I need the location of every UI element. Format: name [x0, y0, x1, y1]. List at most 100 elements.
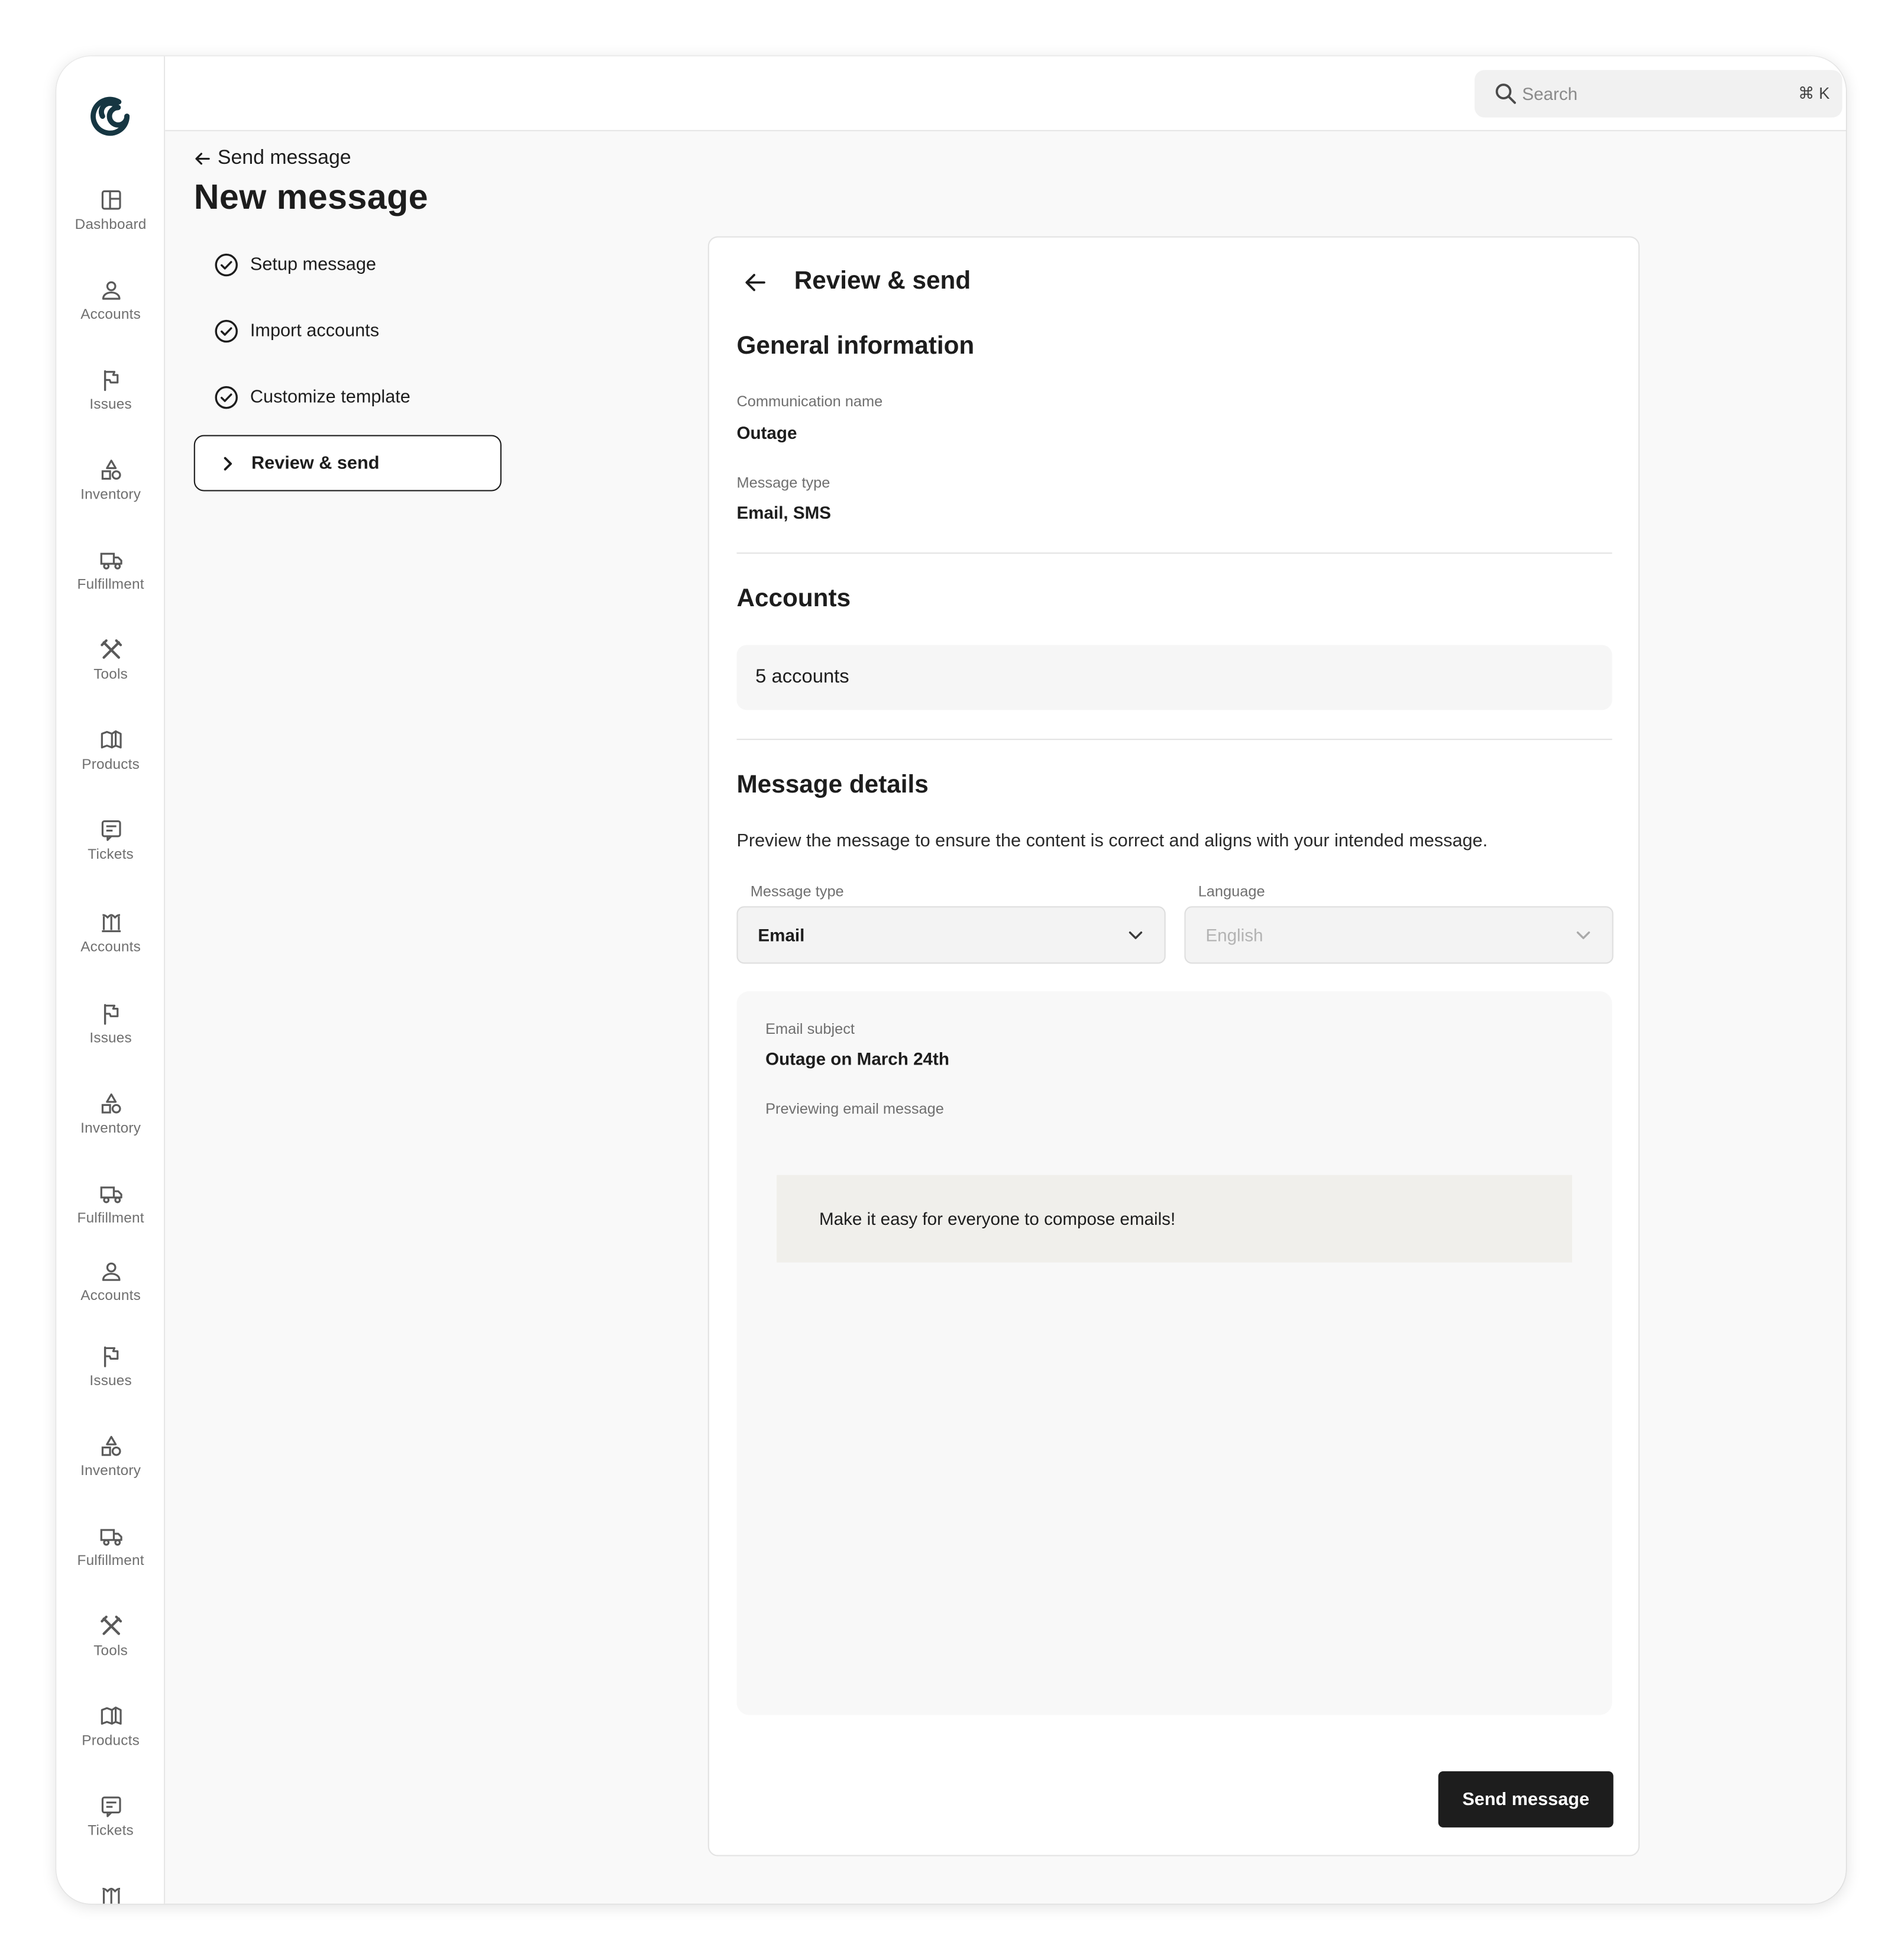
email-subject-label: Email subject — [765, 1020, 855, 1038]
sidebar-item-label: Accounts — [80, 940, 141, 955]
sidebar-item-label: Issues — [89, 397, 132, 413]
sidebar-item-label: Inventory — [80, 487, 141, 503]
sidebar-item-tools[interactable]: Tools — [56, 1614, 164, 1689]
check-circle-icon — [215, 319, 238, 342]
page-title: New message — [193, 177, 429, 216]
sidebar-item-dashboard[interactable]: Dashboard — [56, 187, 164, 263]
email-preview: Email subject Outage on March 24th Previ… — [736, 991, 1612, 1715]
preview-label: Previewing email message — [765, 1099, 944, 1118]
step-setup-message[interactable]: Setup message — [194, 236, 502, 292]
sidebar-item-products[interactable]: Products — [56, 727, 164, 803]
sidebar-item-label: Tickets — [88, 1823, 134, 1839]
shapes-icon — [101, 460, 121, 480]
top-bar: Search ⌘ K TB — [165, 56, 1847, 131]
sidebar-item-issues[interactable]: Issues — [56, 1001, 164, 1076]
logo-icon[interactable] — [85, 91, 135, 141]
communication-name-label: Communication name — [736, 392, 883, 410]
sidebar-item-fulfillment[interactable]: Fulfillment — [56, 1524, 164, 1599]
message-details-description: Preview the message to ensure the conten… — [736, 831, 1488, 852]
step-review-send[interactable]: Review & send — [193, 435, 502, 491]
email-subject-value: Outage on March 24th — [765, 1049, 949, 1069]
step-label: Review & send — [251, 453, 380, 473]
sidebar-item-label: Accounts — [80, 307, 141, 323]
divider — [736, 739, 1612, 740]
language-select[interactable]: English — [1184, 906, 1614, 964]
sidebar-item-label: Fulfillment — [77, 577, 144, 593]
flag-icon — [103, 1004, 118, 1025]
sidebar-item-label: Fulfillment — [77, 1211, 144, 1227]
arrow-left-icon[interactable] — [744, 271, 767, 293]
library-icon — [101, 914, 120, 933]
divider — [736, 552, 1612, 554]
message-type-select[interactable]: Email — [736, 906, 1166, 964]
step-customize-template[interactable]: Customize template — [194, 368, 502, 425]
app-window: Dashboard Accounts Issues Inventory Fulfillm… — [56, 56, 1847, 1904]
sidebar-item-item[interactable] — [56, 1884, 164, 1904]
send-message-button[interactable]: Send message — [1438, 1771, 1614, 1828]
sidebar-item-label: Products — [82, 1733, 140, 1749]
check-circle-icon — [215, 385, 238, 409]
email-body: Make it easy for everyone to compose ema… — [777, 1175, 1572, 1263]
search-icon — [1495, 83, 1516, 104]
search-placeholder: Search — [1522, 83, 1578, 104]
sidebar-item-accounts[interactable]: Accounts — [56, 910, 164, 985]
sidebar-item-label: Tools — [93, 667, 128, 683]
sidebar-item-accounts[interactable]: Accounts — [56, 1259, 164, 1334]
sidebar-item-inventory[interactable]: Inventory — [56, 458, 164, 533]
language-selected: English — [1205, 924, 1263, 945]
book-icon — [100, 1706, 121, 1725]
step-import-accounts[interactable]: Import accounts — [194, 302, 502, 358]
truck-icon — [99, 1529, 122, 1546]
user-icon — [101, 281, 120, 300]
chevron-down-icon — [1129, 931, 1143, 939]
shapes-icon — [101, 1435, 121, 1456]
sidebar-item-label: Issues — [89, 1373, 132, 1389]
message-type-label: Message type — [736, 474, 830, 491]
sidebar-item-issues[interactable]: Issues — [56, 367, 164, 442]
chevron-right-icon — [224, 456, 232, 470]
sidebar-item-products[interactable]: Products — [56, 1704, 164, 1779]
card-title: Review & send — [794, 267, 971, 295]
sidebar-item-label: Inventory — [80, 1463, 141, 1479]
sidebar-item-label: Tools — [93, 1644, 128, 1659]
chevron-down-icon — [1576, 931, 1590, 939]
sidebar-item-label: Tickets — [88, 847, 134, 863]
sidebar-item-label: Products — [82, 757, 140, 773]
sidebar-item-accounts[interactable]: Accounts — [56, 277, 164, 352]
sidebar-item-fulfillment[interactable]: Fulfillment — [56, 548, 164, 623]
sidebar-item-inventory[interactable]: Inventory — [56, 1091, 164, 1166]
sidebar: Dashboard Accounts Issues Inventory Fulfillm… — [56, 56, 166, 1904]
back-link-label: Send message — [217, 147, 351, 169]
sidebar-item-tools[interactable]: Tools — [56, 638, 164, 713]
accounts-summary[interactable]: 5 accounts — [736, 645, 1612, 710]
truck-icon — [99, 1186, 122, 1204]
tools-icon — [100, 1615, 122, 1635]
sidebar-item-label: Dashboard — [75, 217, 147, 233]
sidebar-item-label: Inventory — [80, 1121, 141, 1137]
ticket-icon — [101, 1796, 121, 1817]
sidebar-item-tickets[interactable]: Tickets — [56, 1794, 164, 1869]
sidebar-item-fulfillment[interactable]: Fulfillment — [56, 1181, 164, 1256]
message-type-value: Email, SMS — [736, 502, 832, 523]
dashboard-icon — [101, 190, 121, 210]
message-details-title: Message details — [736, 771, 929, 799]
check-circle-icon — [215, 253, 238, 276]
truck-icon — [99, 552, 122, 570]
sidebar-item-issues[interactable]: Issues — [56, 1344, 164, 1419]
flag-icon — [103, 1346, 118, 1367]
library-icon — [102, 1887, 120, 1904]
message-type-selected: Email — [758, 924, 805, 945]
card-header: Review & send — [744, 267, 971, 296]
step-label: Customize template — [250, 387, 410, 407]
sidebar-item-label: Fulfillment — [77, 1554, 144, 1569]
accounts-title: Accounts — [736, 585, 851, 613]
sidebar-item-label: Issues — [89, 1031, 132, 1046]
language-select-label: Language — [1198, 882, 1265, 900]
communication-name-value: Outage — [736, 422, 797, 443]
sidebar-item-tickets[interactable]: Tickets — [56, 817, 164, 892]
message-type-select-label: Message type — [750, 882, 844, 900]
flag-icon — [103, 370, 118, 392]
search-box[interactable]: Search ⌘ K — [1474, 70, 1842, 118]
back-link[interactable]: Send message — [194, 147, 351, 170]
sidebar-item-inventory[interactable]: Inventory — [56, 1434, 164, 1509]
